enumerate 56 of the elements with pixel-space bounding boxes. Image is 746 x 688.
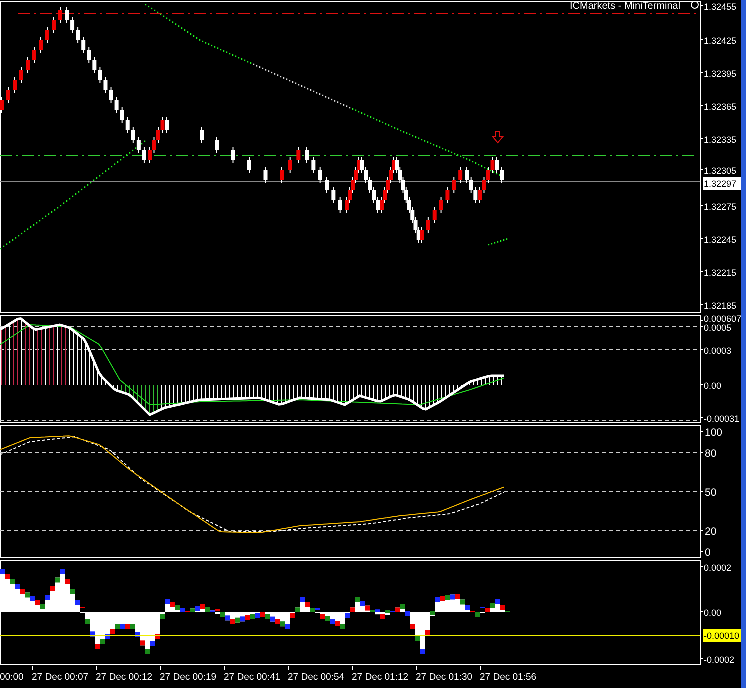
chart-title: ICMarkets - MiniTerminal <box>570 1 681 12</box>
axis-tick <box>700 384 704 386</box>
time-label: 27 Dec 01:12 <box>352 672 409 683</box>
scale-label: 100 <box>705 427 723 439</box>
price-label: 1.32395 <box>704 69 737 79</box>
time-label: 00:00 <box>0 672 24 683</box>
axis-tick <box>224 666 226 670</box>
time-label: 27 Dec 00:54 <box>288 672 345 683</box>
price-label: 1.32305 <box>704 166 737 176</box>
axis-tick <box>700 72 704 74</box>
axis-tick <box>288 666 290 670</box>
circle-icon <box>691 1 699 9</box>
axis-tick <box>352 666 354 670</box>
scale-label: 0.0005 <box>704 323 732 333</box>
axis-tick <box>96 666 98 670</box>
axis-tick <box>480 666 482 670</box>
price-label: 1.32245 <box>704 235 737 245</box>
time-label: 27 Dec 01:30 <box>416 672 473 683</box>
price-label: 1.32215 <box>704 268 737 278</box>
axis-tick <box>160 666 162 670</box>
axis-tick <box>416 666 418 670</box>
price-label: 1.32185 <box>704 301 737 311</box>
axis-tick <box>700 452 704 454</box>
scale-label: 0.00 <box>704 608 722 618</box>
price-label: 1.32365 <box>704 102 737 112</box>
axis-tick <box>32 666 34 670</box>
time-label: 27 Dec 00:07 <box>32 672 89 683</box>
price-label: 1.32275 <box>704 202 737 212</box>
scale-label: 50 <box>705 487 717 499</box>
time-label: 27 Dec 00:19 <box>160 672 217 683</box>
time-label: 27 Dec 00:12 <box>96 672 153 683</box>
scale-label: 20 <box>705 526 717 538</box>
time-label: 27 Dec 00:41 <box>224 672 281 683</box>
scale-label: 0 <box>705 547 711 559</box>
axis-tick <box>700 326 704 328</box>
scale-label: -0.0002 <box>704 655 735 665</box>
axis-tick <box>700 138 704 140</box>
scale-label: 0.0003 <box>704 346 732 356</box>
down-arrow-icon <box>492 132 504 144</box>
current-price-tag: 1.32297 <box>703 177 741 190</box>
axis-tick <box>700 304 704 306</box>
axis-tick <box>700 238 704 240</box>
price-label: 1.32425 <box>704 36 737 46</box>
axis-tick <box>700 566 704 568</box>
scale-label: 0.0002 <box>704 563 732 573</box>
scale-label: 80 <box>705 448 717 460</box>
time-label: 27 Dec 01:56 <box>480 672 537 683</box>
current-value-tag: -0.00010 <box>703 629 741 642</box>
axis-tick <box>700 530 704 532</box>
price-label: 1.32455 <box>704 2 737 12</box>
scale-label: 0.00 <box>704 381 722 391</box>
price-label: 1.32335 <box>704 135 737 145</box>
axis-tick <box>700 320 704 322</box>
scale-label: 0.000607 <box>704 314 741 324</box>
scale-label: -0.00031 <box>704 414 740 424</box>
axis-tick <box>700 658 704 660</box>
